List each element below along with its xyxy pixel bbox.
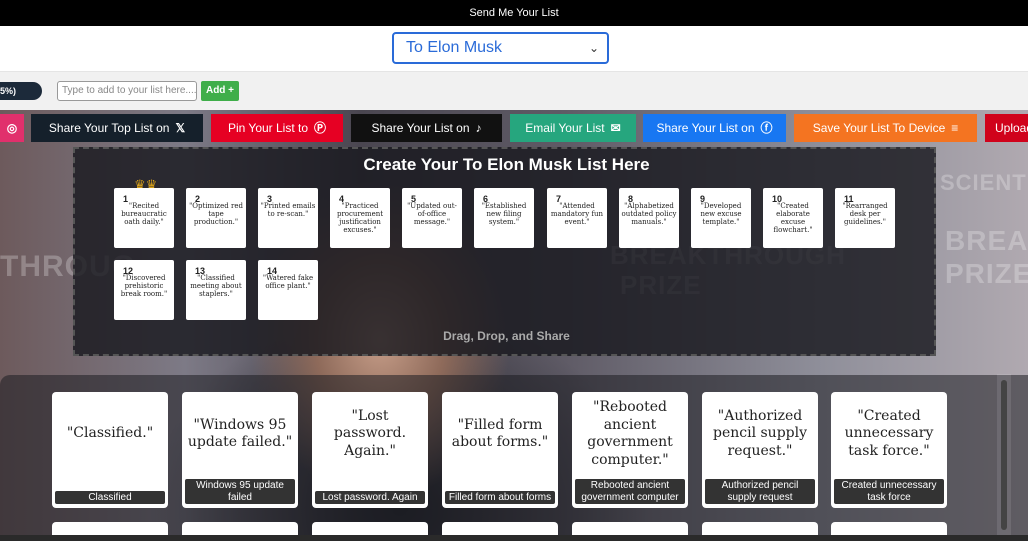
share-x-button[interactable]: Share Your Top List on 𝕏 bbox=[31, 114, 203, 142]
save-to-device-button[interactable]: Save Your List To Device ≡ bbox=[794, 114, 977, 142]
list-slot-number: 14 bbox=[267, 266, 278, 276]
upload-button[interactable]: Upload bbox=[985, 114, 1028, 142]
app-title-bar: Send Me Your List bbox=[0, 0, 1028, 26]
item-card-caption: Authorized pencil supply request bbox=[705, 479, 815, 504]
list-slot[interactable]: 12 "Discovered prehistoric break room." bbox=[114, 260, 174, 320]
upload-label: Upload bbox=[995, 121, 1028, 135]
item-card-caption: Lost password. Again bbox=[315, 490, 425, 504]
background-watermark-right-2: BREAK bbox=[945, 225, 1028, 256]
recipient-selector-bar: To Elon Musk ⌄ bbox=[0, 26, 1028, 72]
item-card[interactable]: "Authorized pencil supply request." Autho… bbox=[702, 392, 818, 508]
tiktok-icon: ♪ bbox=[475, 121, 482, 135]
share-tiktok-button[interactable]: Share Your List on ♪ bbox=[351, 114, 502, 142]
share-email-button[interactable]: Email Your List ✉ bbox=[510, 114, 636, 142]
save-to-device-label: Save Your List To Device bbox=[812, 121, 946, 135]
list-icon: ≡ bbox=[951, 121, 959, 135]
add-item-button[interactable]: Add + bbox=[201, 81, 239, 101]
item-card-caption: Classified bbox=[55, 490, 165, 504]
item-card-caption: Created unnecessary task force bbox=[834, 479, 944, 504]
share-pinterest-button[interactable]: Pin Your List to Ⓟ bbox=[211, 114, 343, 142]
share-pinterest-label: Pin Your List to bbox=[227, 121, 309, 135]
list-slot[interactable]: 11 "Rearranged desk per guidelines." bbox=[835, 188, 895, 248]
app-title: Send Me Your List bbox=[469, 7, 559, 19]
instagram-icon: ◎ bbox=[6, 121, 18, 135]
list-slot[interactable]: 7 "Attended mandatory fun event." bbox=[547, 188, 607, 248]
share-facebook-label: Share Your List on bbox=[656, 121, 755, 135]
list-slot[interactable]: 9 "Developed new excuse template." bbox=[691, 188, 751, 248]
list-slot[interactable]: 1 "Recited bureaucratic oath daily." bbox=[114, 188, 174, 248]
tray-scrollbar[interactable] bbox=[1001, 380, 1007, 530]
add-item-input[interactable]: Type to add to your list here.... bbox=[57, 81, 197, 101]
list-slot[interactable]: 4 "Practiced procurement justification ex… bbox=[330, 188, 390, 248]
item-card[interactable]: "Windows 95 update failed." Windows 95 up… bbox=[182, 392, 298, 508]
x-icon: 𝕏 bbox=[175, 121, 186, 135]
chevron-down-icon: ⌄ bbox=[588, 41, 599, 55]
list-slot-number: 12 bbox=[123, 266, 134, 276]
item-card-quote: "Windows 95 update failed." bbox=[187, 416, 293, 451]
facebook-icon: ⓕ bbox=[760, 121, 773, 135]
item-card-quote: "Classified." bbox=[66, 425, 154, 442]
list-slot-number: 13 bbox=[195, 266, 206, 276]
list-slot-number: 7 bbox=[556, 194, 562, 204]
list-slot-number: 3 bbox=[267, 194, 273, 204]
os-taskbar bbox=[0, 535, 1028, 541]
list-slot-number: 9 bbox=[700, 194, 706, 204]
share-email-label: Email Your List bbox=[525, 121, 605, 135]
item-card-caption: Filled form about forms bbox=[445, 490, 555, 504]
list-slot-number: 11 bbox=[844, 194, 854, 204]
share-facebook-button[interactable]: Share Your List on ⓕ bbox=[643, 114, 786, 142]
recipient-select-value: To Elon Musk bbox=[406, 39, 503, 56]
background-watermark-right: SCIENTI bbox=[940, 170, 1028, 195]
item-card[interactable]: "Filled form about forms." Filled form ab… bbox=[442, 392, 558, 508]
list-slot-number: 6 bbox=[483, 194, 489, 204]
share-tiktok-label: Share Your List on bbox=[371, 121, 470, 135]
item-card[interactable]: "Rebooted ancient government computer." R… bbox=[572, 392, 688, 508]
list-slot-number: 4 bbox=[339, 194, 345, 204]
progress-pill: 5%) bbox=[0, 82, 42, 100]
list-slot-number: 1 bbox=[123, 194, 129, 204]
share-instagram-button[interactable]: ◎ bbox=[0, 114, 24, 142]
list-slot[interactable]: 10 "Created elaborate excuse flowchart." bbox=[763, 188, 823, 248]
list-slot[interactable]: 3 "Printed emails to re-scan." bbox=[258, 188, 318, 248]
list-slot[interactable]: 5 "Updated out-of-office message." bbox=[402, 188, 462, 248]
item-card-quote: "Authorized pencil supply request." bbox=[712, 407, 808, 459]
item-card-quote: "Lost password. Again." bbox=[333, 407, 407, 459]
recipient-select[interactable]: To Elon Musk ⌄ bbox=[392, 32, 609, 64]
background-watermark-right-3: PRIZE bbox=[945, 258, 1028, 289]
pinterest-icon: Ⓟ bbox=[314, 121, 327, 135]
mail-icon: ✉ bbox=[610, 121, 621, 135]
list-panel-title: Create Your To Elon Musk List Here bbox=[363, 155, 650, 174]
add-item-bar: 5%) Type to add to your list here.... Ad… bbox=[0, 72, 1028, 110]
list-slot-number: 2 bbox=[195, 194, 201, 204]
list-panel-footer: Drag, Drop, and Share bbox=[443, 329, 570, 343]
list-slot[interactable]: 14 "Watered fake office plant." bbox=[258, 260, 318, 320]
list-slot-number: 5 bbox=[411, 194, 417, 204]
list-drop-zone[interactable]: Create Your To Elon Musk List Here Drag,… bbox=[73, 147, 936, 356]
item-card[interactable]: "Lost password. Again." Lost password. Ag… bbox=[312, 392, 428, 508]
list-slot-number: 10 bbox=[772, 194, 783, 204]
item-card-quote: "Created unnecessary task force." bbox=[844, 407, 934, 459]
list-slot-number: 8 bbox=[628, 194, 634, 204]
item-card[interactable]: "Classified." Classified bbox=[52, 392, 168, 508]
list-slot[interactable]: 6 "Established new filing system." bbox=[474, 188, 534, 248]
item-card-quote: "Rebooted ancient government computer." bbox=[587, 399, 673, 468]
list-slot[interactable]: 13 "Classified meeting about staplers." bbox=[186, 260, 246, 320]
item-card-caption: Rebooted ancient government computer bbox=[575, 479, 685, 504]
item-card-caption: Windows 95 update failed bbox=[185, 479, 295, 504]
list-slot[interactable]: 8 "Alphabetized outdated policy manuals." bbox=[619, 188, 679, 248]
item-card[interactable]: "Created unnecessary task force." Created… bbox=[831, 392, 947, 508]
item-card-quote: "Filled form about forms." bbox=[451, 416, 549, 451]
list-slot[interactable]: 2 "Optimized red tape production." bbox=[186, 188, 246, 248]
share-x-label: Share Your Top List on bbox=[48, 121, 170, 135]
